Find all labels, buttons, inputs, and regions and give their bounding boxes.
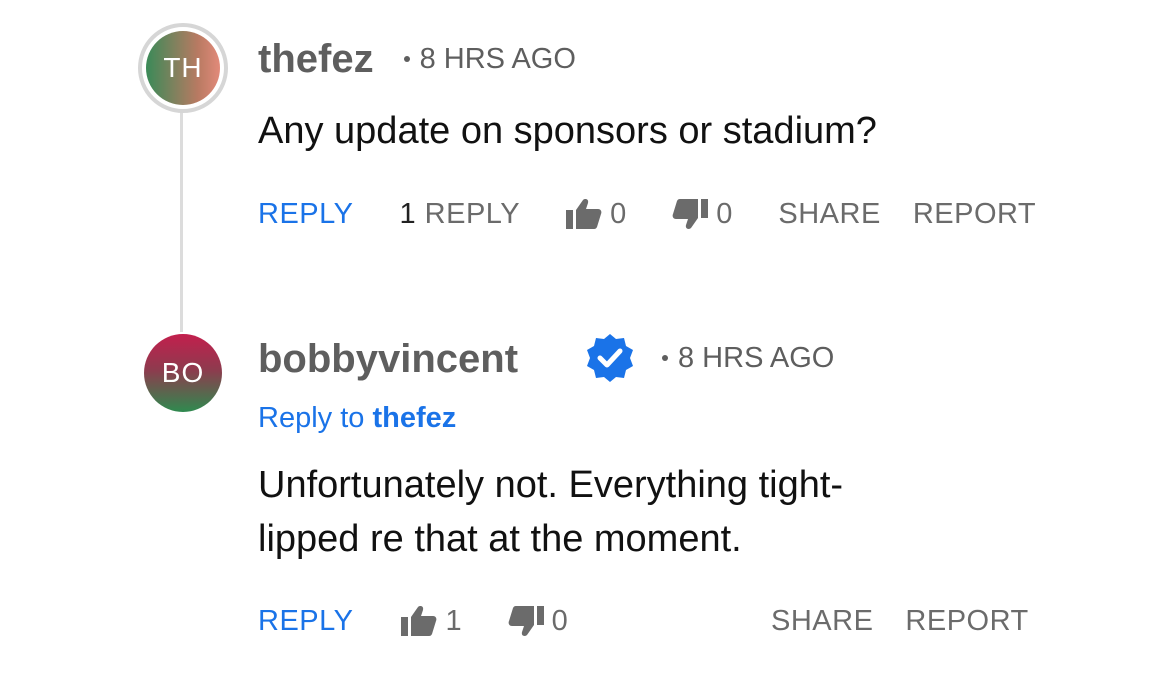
replies-count: 1 — [399, 197, 417, 230]
share-button[interactable]: SHARE — [778, 198, 880, 231]
thread-connector-line — [180, 112, 183, 332]
comment-header: thefez 8 HRS AGO — [258, 34, 576, 84]
like-count: 1 — [445, 604, 462, 637]
share-button[interactable]: SHARE — [771, 605, 873, 638]
reply-to-prefix: Reply to — [258, 402, 365, 434]
timestamp: 8 HRS AGO — [678, 341, 835, 374]
avatar[interactable]: TH — [138, 23, 228, 113]
avatar-initials: TH — [146, 31, 220, 105]
reply-to-link[interactable]: Reply to thefez — [258, 402, 456, 435]
dislike-count: 0 — [551, 604, 568, 637]
verified-check-icon — [583, 331, 637, 385]
like-button[interactable]: 0 — [566, 198, 626, 231]
thumbs-up-icon — [566, 198, 602, 230]
comment-actions: REPLY 1 0 — [258, 601, 568, 641]
view-replies-button[interactable]: 1 REPLY — [399, 198, 520, 231]
username[interactable]: thefez — [258, 37, 374, 82]
thumbs-up-icon — [401, 605, 437, 637]
separator-dot — [403, 56, 410, 62]
comment-header: bobbyvincent — [258, 334, 518, 384]
dislike-button[interactable]: 0 — [508, 605, 568, 638]
dislike-count: 0 — [716, 197, 733, 230]
reply-to-user[interactable]: thefez — [372, 402, 456, 434]
thumbs-down-icon — [672, 198, 709, 230]
report-button[interactable]: REPORT — [905, 605, 1028, 638]
like-count: 0 — [610, 197, 627, 230]
reply-button[interactable]: REPLY — [258, 605, 353, 638]
comment-text-line: lipped re that at the moment. — [258, 518, 742, 560]
comment-text-line: Unfortunately not. Everything tight- — [258, 464, 844, 506]
like-button[interactable]: 1 — [401, 604, 462, 638]
comment-text: Unfortunately not. Everything tight- lip… — [258, 458, 843, 566]
separator-dot — [662, 355, 668, 361]
thumbs-down-icon — [508, 605, 544, 637]
username[interactable]: bobbyvincent — [258, 337, 518, 382]
dislike-button[interactable]: 0 — [672, 198, 732, 231]
comment-actions: REPLY 1 REPLY 0 0 SHARE REPORT — [258, 194, 1036, 234]
replies-label: REPLY — [424, 197, 521, 230]
comment-secondary-actions: SHARE REPORT — [771, 601, 1029, 641]
report-button[interactable]: REPORT — [913, 198, 1036, 231]
timestamp: 8 HRS AGO — [419, 42, 576, 75]
timestamp-group: 8 HRS AGO — [662, 336, 834, 380]
avatar[interactable]: BO — [144, 334, 222, 412]
reply-button[interactable]: REPLY — [258, 198, 353, 231]
comment-text: Any update on sponsors or stadium? — [258, 110, 877, 152]
